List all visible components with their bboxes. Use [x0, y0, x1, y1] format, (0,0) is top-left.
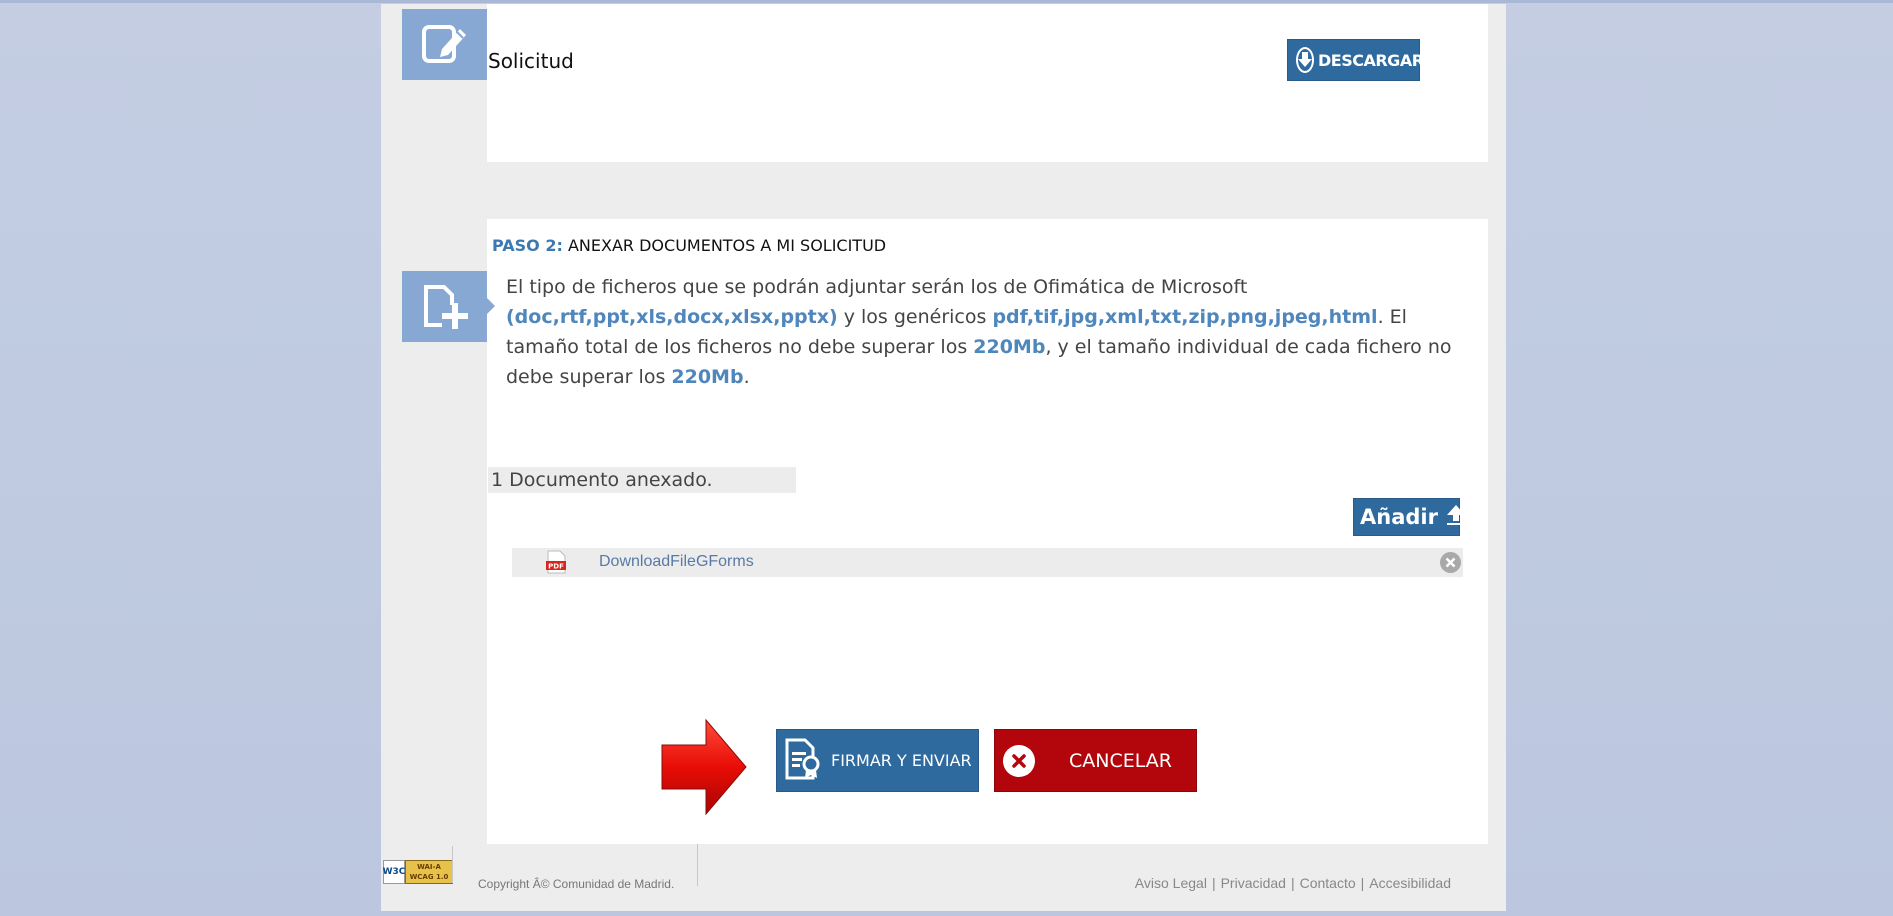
footer-links: Aviso Legal | Privacidad | Contacto | Accesibi… [1134, 875, 1451, 891]
wcag-version: WCAG 1.0 [409, 873, 449, 881]
add-file-button[interactable]: Añadir [1353, 498, 1465, 536]
total-size-limit: 220Mb [973, 336, 1046, 358]
legal-notice-link[interactable]: Aviso Legal [1135, 875, 1207, 891]
file-types-description: El tipo de ficheros que se podrán adjunt… [506, 272, 1481, 392]
red-arrow-icon [660, 718, 748, 820]
cancel-x-icon [1003, 744, 1035, 777]
desc-text-5: . [743, 366, 750, 388]
attached-count: 1 Documento anexado. [488, 467, 796, 493]
sign-and-send-label: FIRMAR Y ENVIAR [831, 751, 972, 770]
download-icon [1296, 47, 1314, 73]
pdf-badge-text: PDF [548, 563, 564, 571]
desc-text-2: y los genéricos [837, 306, 993, 328]
desc-text-1: El tipo de ficheros que se podrán adjunt… [506, 276, 1248, 298]
w3c-logo: W3C [383, 860, 405, 884]
request-title: Solicitud [488, 49, 574, 73]
top-border [0, 0, 1893, 3]
pdf-file-icon: PDF [545, 550, 567, 578]
remove-file-icon[interactable] [1440, 552, 1461, 573]
file-row: PDF DownloadFileGForms [512, 548, 1463, 577]
footer-divider [452, 846, 453, 883]
step-heading: PASO 2: ANEXAR DOCUMENTOS A MI SOLICITUD [492, 236, 886, 255]
download-button[interactable]: DESCARGAR [1287, 39, 1424, 81]
wai-wcag-badge[interactable]: W3C WAI-A WCAG 1.0 [383, 860, 453, 884]
request-panel: Solicitud DESCARGAR [487, 4, 1488, 162]
upload-arrow-icon [1446, 504, 1466, 531]
footer: W3C WAI-A WCAG 1.0 Copyright Â© Comunida… [381, 844, 1506, 911]
main-page: Solicitud DESCARGAR PASO 2: ANEXAR DOCUM… [381, 4, 1506, 911]
footer-divider [697, 844, 698, 886]
office-formats: (doc,rtf,ppt,xls,docx,xlsx,pptx) [506, 306, 838, 328]
accessibility-link[interactable]: Accesibilidad [1369, 875, 1451, 891]
sign-certificate-icon [785, 738, 821, 784]
download-label: DESCARGAR [1318, 50, 1424, 70]
privacy-link[interactable]: Privacidad [1221, 875, 1286, 891]
copyright-text: Copyright Â© Comunidad de Madrid. [478, 877, 675, 891]
edit-document-icon [402, 9, 495, 80]
file-size-limit: 220Mb [671, 366, 744, 388]
file-name-link[interactable]: DownloadFileGForms [599, 553, 754, 571]
contact-link[interactable]: Contacto [1300, 875, 1356, 891]
add-document-icon [402, 271, 495, 342]
step-title: ANEXAR DOCUMENTOS A MI SOLICITUD [567, 236, 887, 255]
sign-and-send-button[interactable]: FIRMAR Y ENVIAR [776, 729, 979, 792]
add-file-label: Añadir [1360, 505, 1438, 529]
cancel-label: CANCELAR [1069, 749, 1172, 772]
generic-formats: pdf,tif,jpg,xml,txt,zip,png,jpeg,html [992, 306, 1378, 328]
wai-badge: WAI-A WCAG 1.0 [405, 860, 453, 884]
step-number: PASO 2: [492, 236, 563, 255]
wai-level: WAI-A [417, 863, 441, 871]
cancel-button[interactable]: CANCELAR [994, 729, 1197, 792]
